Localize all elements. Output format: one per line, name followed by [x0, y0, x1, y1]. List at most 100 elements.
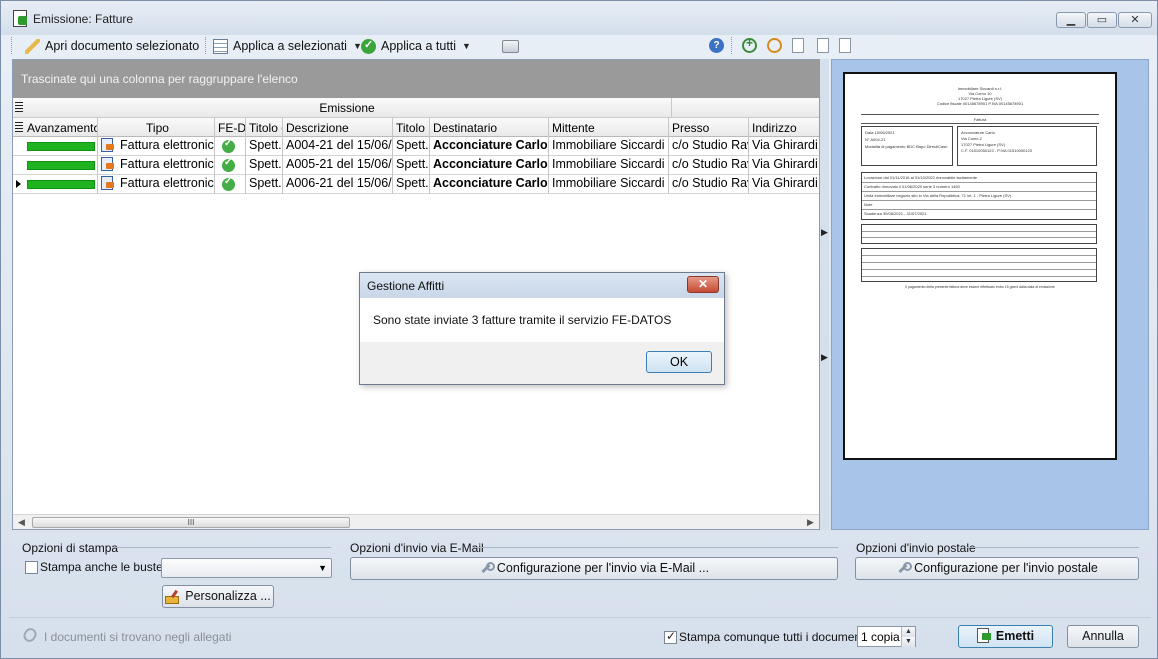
paint-icon — [165, 590, 180, 604]
preview-rule — [862, 237, 1096, 238]
destinatario-cell: Acconciature Carlo — [430, 175, 549, 194]
customize-label: Personalizza ... — [185, 589, 271, 603]
preview-text: Note — [864, 202, 873, 207]
table-row[interactable]: Fattura elettronica Spett.l A005-21 del … — [13, 156, 821, 175]
band-header: Emissione — [13, 98, 819, 118]
dialog-title-bar: Gestione Affitti ✕ — [360, 273, 724, 298]
success-icon — [222, 157, 235, 172]
decrement-icon[interactable]: ▼ — [901, 637, 915, 647]
col-titolo-m[interactable]: Titolo M — [393, 118, 430, 137]
collapse-right-icon[interactable]: ▶ — [821, 227, 828, 238]
paperclip-icon — [21, 625, 39, 645]
progress-bar — [27, 142, 95, 151]
progress-cell — [24, 156, 98, 175]
open-selected-button[interactable]: Apri documento selezionato — [25, 37, 199, 55]
zoom-in-icon[interactable] — [742, 36, 757, 53]
success-icon — [222, 176, 235, 191]
maximize-button[interactable]: ▭ — [1087, 12, 1117, 28]
band-divider — [671, 98, 672, 118]
apply-selected-label: Applica a selezionati — [233, 39, 347, 53]
col-titolo-cortesia[interactable]: Titolo c — [246, 118, 283, 137]
preview-text: C.F. 01510050123 - P.IVA 01510050123 — [961, 148, 1033, 153]
printer-icon[interactable] — [502, 40, 519, 53]
multi-pages-icon[interactable] — [839, 38, 851, 53]
preview-text: N° A004-21 — [865, 137, 886, 142]
page-icon[interactable] — [792, 38, 804, 53]
toolbar: Apri documento selezionato Applica a sel… — [9, 35, 1151, 56]
preview-rule — [862, 191, 1096, 192]
list-icon — [213, 38, 228, 54]
print-options-label: Opzioni di stampa — [22, 541, 119, 555]
minimize-button[interactable]: ▁ — [1056, 12, 1086, 28]
postal-config-button[interactable]: Configurazione per l'invio postale — [855, 557, 1139, 580]
app-icon — [13, 10, 27, 27]
table-row[interactable]: Fattura elettronica Spett.l A004-21 del … — [13, 137, 821, 156]
band-emissione-label: Emissione — [319, 101, 375, 115]
print-all-checkbox[interactable] — [664, 629, 677, 644]
fe-status-cell — [215, 156, 246, 175]
tipo-text: Fattura elettronica — [120, 157, 215, 171]
zoom-out-icon[interactable] — [767, 38, 782, 53]
copies-stepper[interactable]: 1 copia ▲ ▼ — [857, 626, 916, 647]
col-destinatario[interactable]: Destinatario — [430, 118, 549, 137]
tipo-text: Fattura elettronica — [120, 176, 215, 190]
table-row-current[interactable]: Fattura elettronica Spett.l A006-21 del … — [13, 175, 821, 194]
dialog-message: Sono state inviate 3 fatture tramite il … — [373, 313, 672, 327]
two-pages-icon[interactable] — [817, 38, 829, 53]
col-indirizzo[interactable]: Indirizzo — [749, 118, 821, 137]
col-mittente[interactable]: Mittente — [549, 118, 669, 137]
cancel-button[interactable]: Annulla — [1067, 625, 1139, 648]
col-descrizione[interactable]: Descrizione — [283, 118, 393, 137]
help-icon[interactable]: ? — [709, 38, 724, 53]
print-envelopes-checkbox[interactable] — [25, 561, 38, 574]
success-icon — [222, 138, 235, 153]
progress-bar — [27, 180, 95, 189]
dialog-ok-button[interactable]: OK — [646, 351, 712, 373]
scroll-left-icon[interactable]: ◀ — [14, 516, 29, 529]
column-chooser-icon[interactable] — [15, 122, 23, 132]
attachments-note: I documenti si trovano negli allegati — [44, 630, 232, 644]
apply-all-button[interactable]: Applica a tutti ▼ — [361, 37, 471, 55]
preview-rule — [862, 269, 1096, 270]
preview-rule — [862, 209, 1096, 210]
scroll-thumb[interactable]: III — [32, 517, 350, 528]
emit-icon — [976, 628, 991, 643]
email-config-button[interactable]: Configurazione per l'invio via E-Mail ..… — [350, 557, 838, 580]
preview-doc-type: Fattura — [973, 117, 987, 122]
close-button[interactable]: ✕ — [1118, 12, 1152, 28]
increment-icon[interactable]: ▲ — [901, 627, 915, 637]
print-preview: Immobiliare Siccardi s.r.l. Via Como 10 … — [831, 59, 1149, 530]
emit-button[interactable]: Emetti — [958, 625, 1053, 648]
group-rule — [474, 547, 838, 548]
preview-text: Locazione dal 01/11/2016 al 31/10/2022 r… — [864, 175, 978, 180]
titolo-m-cell: Spett.l — [393, 137, 430, 156]
scroll-right-icon[interactable]: ▶ — [803, 516, 818, 529]
preview-rule — [862, 276, 1096, 277]
message-dialog: Gestione Affitti ✕ Sono state inviate 3 … — [359, 272, 725, 385]
col-presso[interactable]: Presso — [669, 118, 749, 137]
horizontal-scrollbar[interactable]: ◀ III ▶ — [13, 514, 819, 529]
apply-selected-button[interactable]: Applica a selezionati ▼ — [213, 37, 362, 55]
col-avanzamento[interactable]: Avanzamento — [24, 118, 98, 137]
copies-value: 1 copia — [861, 630, 900, 644]
col-tipo[interactable]: Tipo — [98, 118, 215, 137]
pencil-icon — [25, 38, 40, 54]
collapse-right-icon[interactable]: ▶ — [821, 352, 828, 363]
print-all-label: Stampa comunque tutti i documenti — [679, 630, 868, 644]
mittente-cell: Immobiliare Siccardi s.r.l — [549, 156, 669, 175]
preview-rule — [862, 255, 1096, 256]
preview-info-table: Locazione dal 01/11/2016 al 31/10/2022 r… — [861, 172, 1097, 220]
preview-text: 17027 Pietra Ligure (SV) — [961, 142, 1006, 147]
postal-options-label: Opzioni d'invio postale — [856, 541, 976, 555]
group-by-panel[interactable]: Trascinate qui una colonna per raggruppa… — [13, 60, 819, 98]
col-fe-datos[interactable]: FE-Da — [215, 118, 246, 137]
descrizione-cell: A006-21 del 15/06/20 — [283, 175, 393, 194]
preview-rule — [862, 231, 1096, 232]
descrizione-cell: A004-21 del 15/06/20 — [283, 137, 393, 156]
panel-splitter[interactable]: ▶ ▶ — [820, 59, 829, 530]
dialog-close-button[interactable]: ✕ — [687, 276, 719, 293]
customize-button[interactable]: Personalizza ... — [162, 585, 274, 608]
tipo-cell: Fattura elettronica — [98, 137, 215, 156]
envelope-format-select[interactable]: ▼ — [161, 558, 332, 578]
indirizzo-cell: Via Ghirardi 5 — [752, 157, 821, 171]
